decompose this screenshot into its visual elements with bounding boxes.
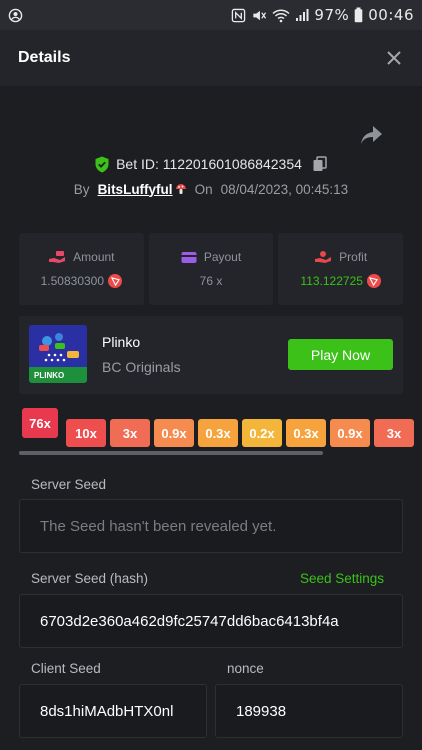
details-content: Bet ID: 112201601086842354 By BitsLuffyf… [0,86,422,750]
clock: 00:46 [368,6,414,24]
client-seed-label: Client Seed [31,661,101,676]
close-button[interactable] [384,48,404,68]
wifi-icon [272,8,290,23]
multiplier-row: 76x 10x 3x 0.9x 0.3x 0.2x 0.3x 0.9x 3x [22,408,422,450]
mushroom-icon [175,183,187,195]
payout-value: 76 x [199,274,223,288]
server-seed-field[interactable]: The Seed hasn't been revealed yet. [19,499,403,553]
amount-label: Amount [73,250,115,264]
profit-card: Profit 113.122725 [278,233,404,305]
multiplier-0-9x: 0.9x [330,419,370,447]
bet-id-row: Bet ID: 112201601086842354 [0,152,422,176]
multiplier-scrollbar[interactable] [19,451,323,455]
details-header: Details [0,30,422,86]
bet-by-row: By BitsLuffyful On 08/04/2023, 00:45:13 [0,178,422,200]
battery-percent: 97% [314,6,350,24]
profit-label: Profit [339,250,368,264]
server-seed-label: Server Seed [31,477,107,492]
copy-button[interactable] [312,156,328,172]
profit-icon [315,251,332,263]
profit-value: 113.122725 [300,274,363,288]
share-button[interactable] [360,124,384,146]
multiplier-0-9x: 0.9x [154,419,194,447]
payout-card: Payout 76 x [148,233,274,305]
nfc-icon [231,8,246,23]
mute-icon [251,8,267,23]
bet-date: 08/04/2023, 00:45:13 [220,181,349,197]
amount-card: Amount 1.50830300 [19,233,144,305]
multiplier-0-2x: 0.2x [242,419,282,447]
multiplier-10x: 10x [66,419,106,447]
nonce-field[interactable]: 189938 [215,684,403,738]
game-card: PLINKO Plinko BC Originals Play Now [19,316,403,394]
bet-id: Bet ID: 112201601086842354 [116,156,302,172]
close-icon [387,51,401,65]
nonce-label: nonce [227,661,264,676]
thumb-text: PLINKO [34,371,64,380]
payout-label: Payout [203,250,242,264]
bet-stats: Amount 1.50830300 Payout 76 x Profit 113… [19,233,404,305]
amount-value: 1.50830300 [40,274,105,288]
status-bar: 97% 00:46 [0,0,422,30]
plinko-thumbnail[interactable]: PLINKO [29,325,87,383]
share-icon [361,126,382,144]
seed-settings-link[interactable]: Seed Settings [300,571,384,586]
multiplier-3x: 3x [110,419,150,447]
on-label: On [194,181,213,197]
client-seed-field[interactable]: 8ds1hiMAdbHTX0nl [19,684,207,738]
page-title: Details [18,49,71,66]
tron-coin-icon [366,274,381,288]
username-link[interactable]: BitsLuffyful [98,182,173,197]
tron-coin-icon [108,274,123,288]
payout-icon [181,251,197,263]
server-hash-field[interactable]: 6703d2e360a462d9fc25747dd6bac6413bf4a [19,594,403,648]
signal-icon [295,8,309,22]
battery-icon [354,7,363,23]
multiplier-76x: 76x [22,408,58,438]
verified-shield-icon [94,156,110,173]
copy-icon [313,156,327,171]
multiplier-3x: 3x [374,419,414,447]
amount-icon [49,251,66,263]
multiplier-0-3x: 0.3x [198,419,238,447]
server-hash-label: Server Seed (hash) [31,571,149,586]
play-now-button[interactable]: Play Now [288,339,393,370]
account-circle-icon [8,8,23,23]
multiplier-0-3x: 0.3x [286,419,326,447]
game-name: Plinko [102,334,141,350]
game-provider: BC Originals [102,359,181,375]
by-label: By [73,181,90,197]
